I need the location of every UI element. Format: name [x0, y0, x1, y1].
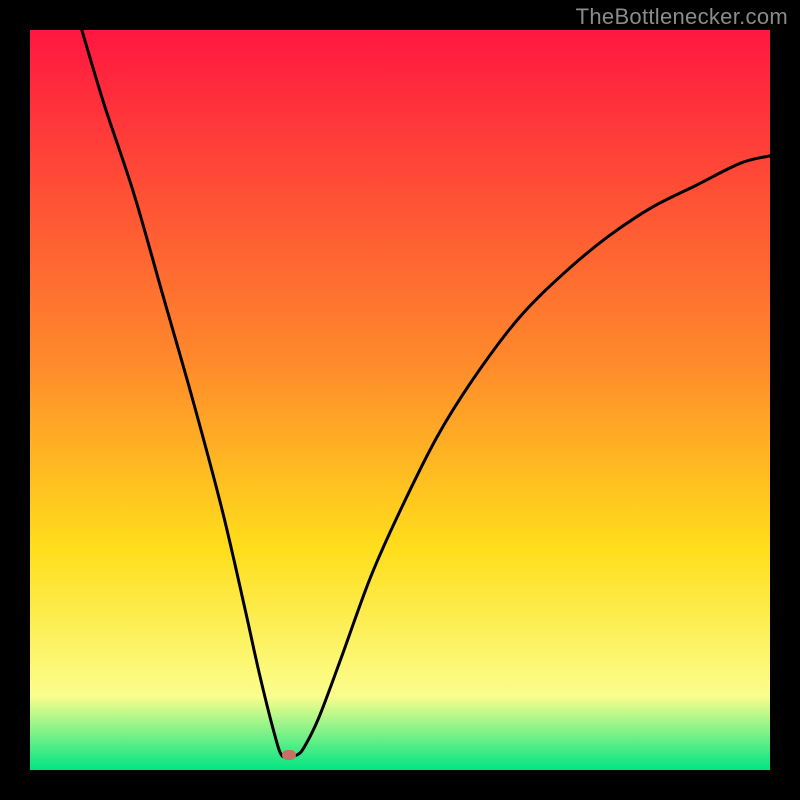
- optimal-point-marker: [282, 750, 296, 760]
- gradient-background: [30, 30, 770, 770]
- chart-frame: TheBottlenecker.com: [0, 0, 800, 800]
- bottleneck-chart: [30, 30, 770, 770]
- attribution-label: TheBottlenecker.com: [576, 4, 788, 30]
- plot-area: [30, 30, 770, 770]
